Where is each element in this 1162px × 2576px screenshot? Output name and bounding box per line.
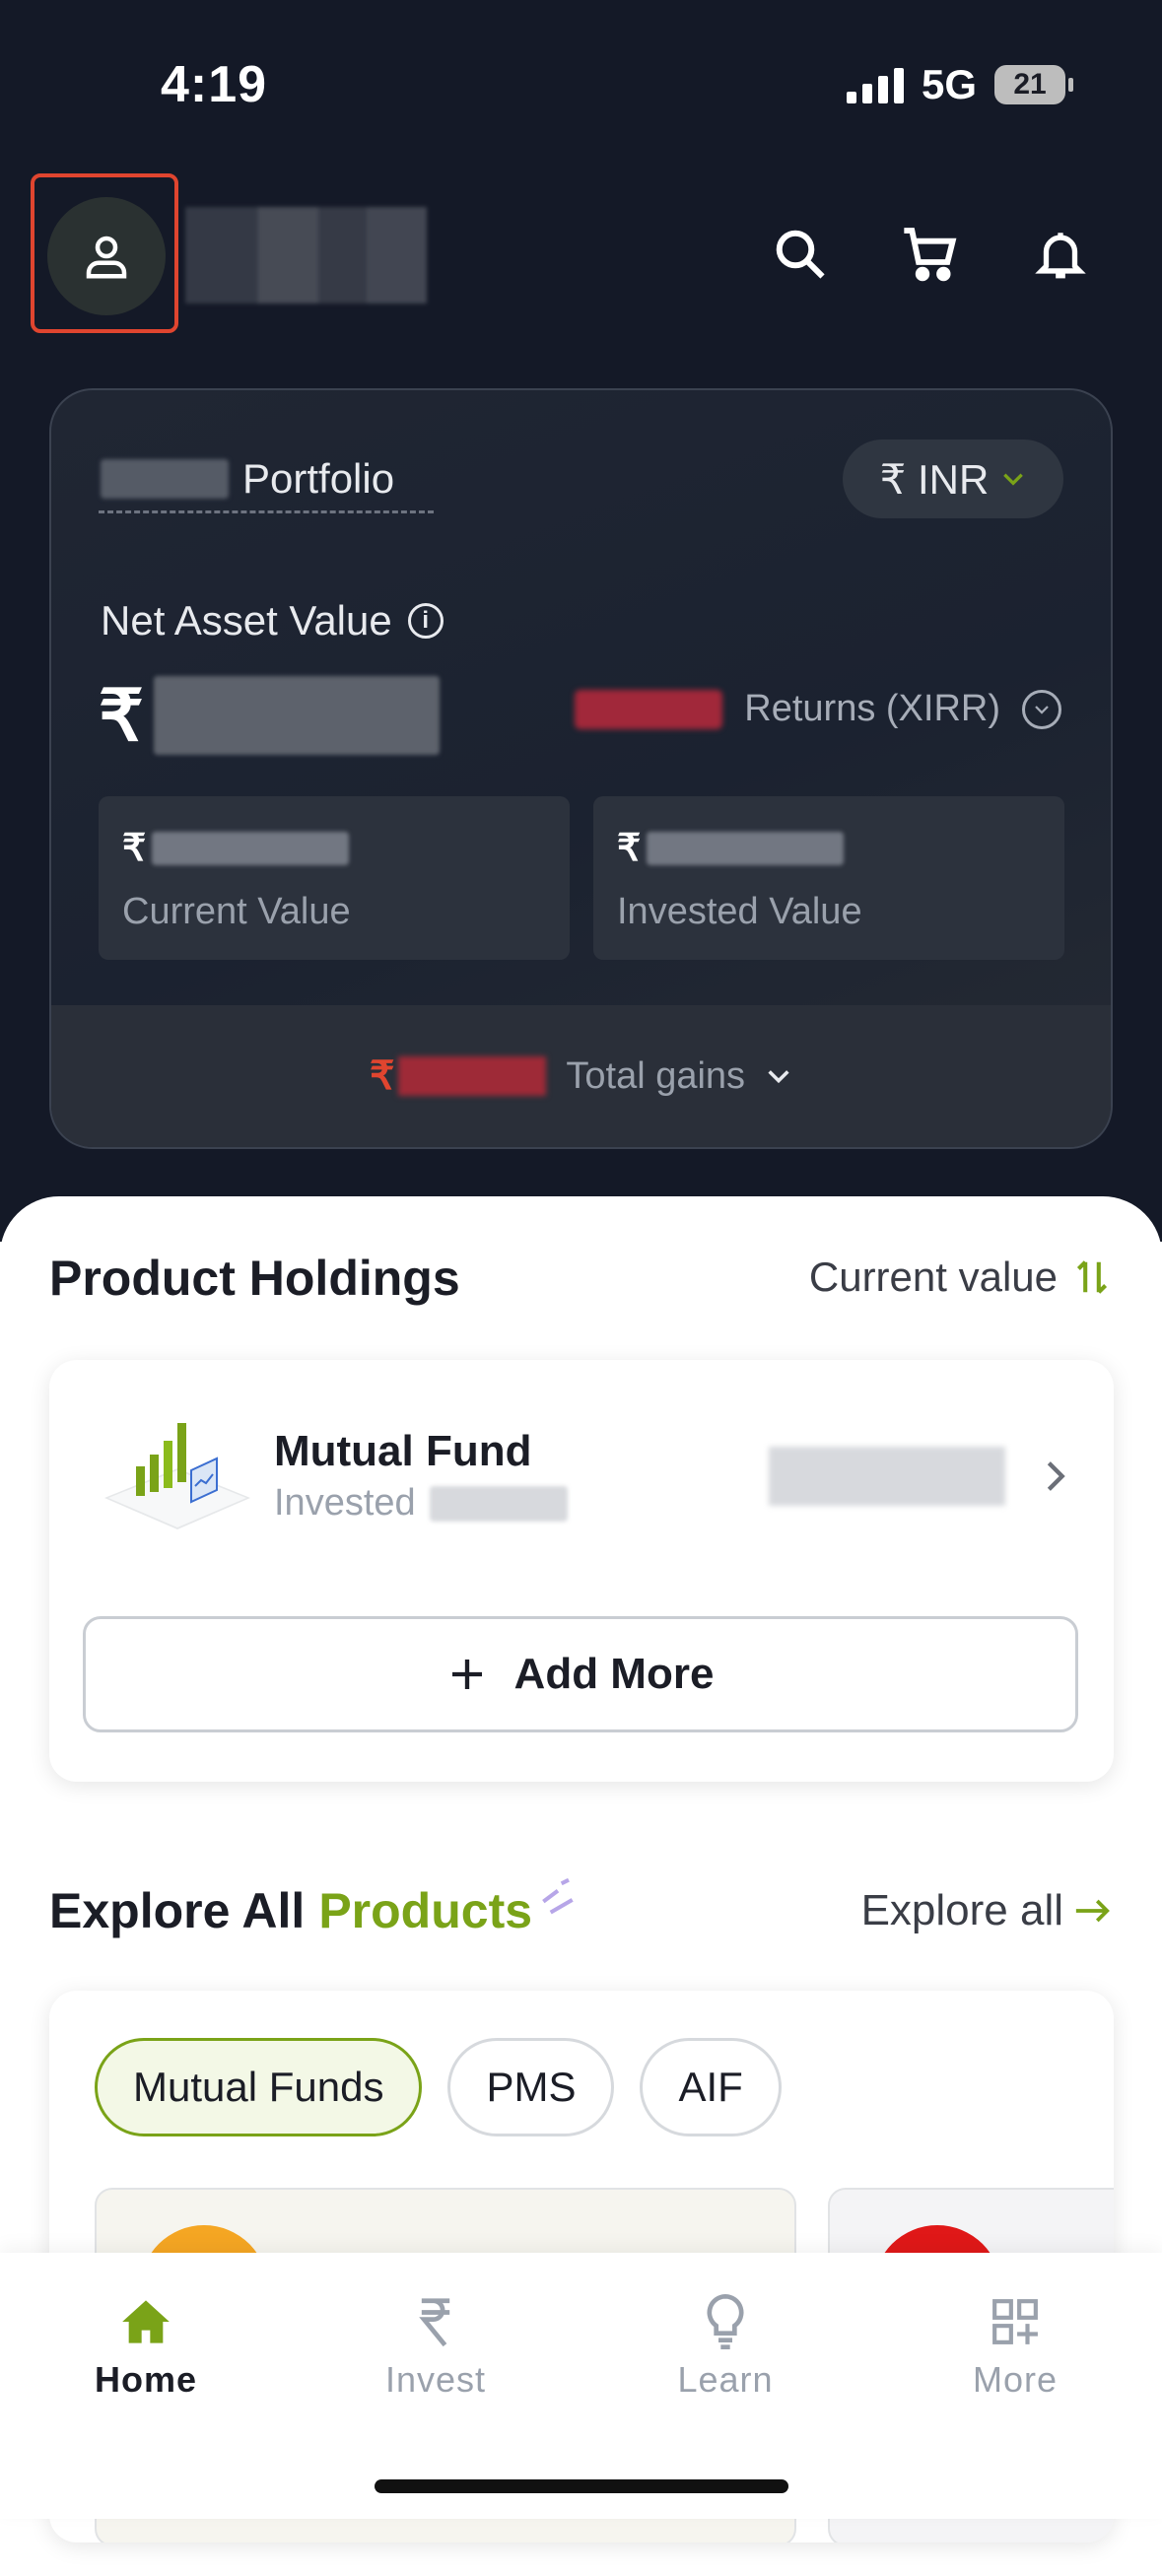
nav-learn[interactable]: Learn [627, 2292, 824, 2401]
invested-value-label: Invested Value [617, 891, 862, 932]
home-indicator [375, 2479, 788, 2493]
info-icon[interactable]: i [407, 603, 444, 639]
nav-label-row: Net Asset Value i [101, 597, 444, 644]
currency-selector[interactable]: ₹ INR [843, 440, 1063, 518]
returns-label: Returns (XIRR) [744, 688, 1000, 729]
explore-all-label: Explore all [860, 1886, 1063, 1934]
sparkle-icon [542, 1877, 574, 1915]
notifications-button[interactable] [1028, 222, 1093, 287]
current-value-redacted [152, 831, 350, 865]
portfolio-label: Portfolio [242, 455, 395, 502]
nav-value: ₹ [99, 674, 440, 757]
holding-invested-label: Invested [274, 1482, 416, 1524]
explore-title-b: Products [318, 1883, 533, 1938]
holding-invested-row: Invested [274, 1482, 568, 1525]
lightbulb-icon [707, 2294, 744, 2349]
nav-amount-redacted [153, 676, 440, 755]
invested-value-box: ₹ Invested Value [593, 796, 1064, 960]
sort-current-value-button[interactable]: Current value [809, 1254, 1109, 1301]
portfolio-dashed-underline [99, 510, 434, 513]
nav-more[interactable]: More [917, 2292, 1114, 2401]
invested-value-amount: ₹ [617, 826, 845, 870]
current-value-box: ₹ Current Value [99, 796, 570, 960]
product-filter-chips: Mutual Funds PMS AIF [95, 2038, 782, 2136]
add-more-button[interactable]: Add More [83, 1616, 1078, 1732]
status-bar-right: 5G 21 [846, 61, 1073, 108]
portfolio-label-row[interactable]: Portfolio [101, 455, 394, 503]
chip-pms[interactable]: PMS [447, 2038, 615, 2136]
invested-value-redacted [647, 831, 845, 865]
explore-all-link[interactable]: Explore all [861, 1886, 1113, 1935]
arrow-right-icon [1075, 1899, 1110, 1923]
network-label: 5G [921, 61, 977, 107]
nav-more-label: More [972, 2359, 1059, 2400]
gains-currency-symbol: ₹ [369, 1054, 395, 1098]
chevron-down-icon [768, 1070, 789, 1084]
add-more-label: Add More [513, 1650, 715, 1698]
total-gains-toggle[interactable]: ₹ Total gains [51, 1005, 1111, 1147]
sort-label: Current value [808, 1254, 1058, 1300]
status-time: 4:19 [161, 56, 268, 113]
currency-label: ₹ INR [879, 455, 990, 503]
chevron-right-icon[interactable] [1041, 1457, 1070, 1496]
returns-value-redacted [575, 689, 723, 729]
signal-icon [846, 66, 904, 103]
explore-title: Explore All Products [49, 1877, 580, 1939]
chip-mutual-funds[interactable]: Mutual Funds [95, 2038, 423, 2136]
search-button[interactable] [768, 222, 833, 287]
nav-label: Net Asset Value [101, 597, 392, 644]
nav-home-label: Home [94, 2359, 198, 2400]
rupee-icon [419, 2298, 450, 2347]
nav-home[interactable]: Home [47, 2292, 244, 2401]
nav-invest[interactable]: Invest [337, 2292, 534, 2401]
portfolio-owner-redacted [101, 459, 229, 499]
holding-value-redacted [769, 1447, 1005, 1506]
battery-level: 21 [1013, 68, 1047, 101]
portfolio-card: Portfolio ₹ INR Net Asset Value i ₹ Retu… [49, 388, 1113, 1149]
header-actions [768, 222, 1093, 287]
grid-plus-icon [992, 2299, 1038, 2344]
holding-title: Mutual Fund [274, 1427, 532, 1475]
invested-value-currency: ₹ [617, 828, 642, 869]
current-value-currency: ₹ [122, 828, 147, 869]
returns-toggle[interactable]: Returns (XIRR) [575, 688, 1061, 730]
mutual-fund-illustration-icon [104, 1423, 250, 1529]
total-gains-label: Total gains [566, 1054, 746, 1097]
profile-avatar-button[interactable] [47, 197, 166, 315]
cart-button[interactable] [898, 222, 963, 287]
current-value-amount: ₹ [122, 826, 350, 870]
chip-aif[interactable]: AIF [640, 2038, 782, 2136]
nav-invest-label: Invest [384, 2359, 487, 2400]
nav-learn-label: Learn [677, 2359, 774, 2400]
chevron-down-circle-icon [1022, 689, 1061, 729]
holding-invested-redacted [429, 1485, 568, 1522]
plus-icon [451, 1660, 482, 1689]
product-holdings-title: Product Holdings [49, 1251, 460, 1306]
search-icon [776, 230, 825, 279]
cart-icon [904, 228, 957, 282]
sort-arrows-icon [1076, 1260, 1108, 1294]
home-icon [122, 2300, 170, 2343]
chevron-down-icon [1003, 473, 1024, 486]
explore-title-a: Explore All [49, 1883, 306, 1938]
bell-icon [1035, 233, 1086, 279]
battery-icon: 21 [994, 65, 1073, 104]
holdings-card: Mutual Fund Invested Add More [49, 1360, 1114, 1782]
user-name-redacted [185, 207, 427, 304]
gains-value-redacted [398, 1056, 547, 1096]
nav-currency-symbol: ₹ [99, 677, 144, 756]
person-icon [86, 236, 127, 279]
current-value-label: Current Value [122, 891, 351, 932]
